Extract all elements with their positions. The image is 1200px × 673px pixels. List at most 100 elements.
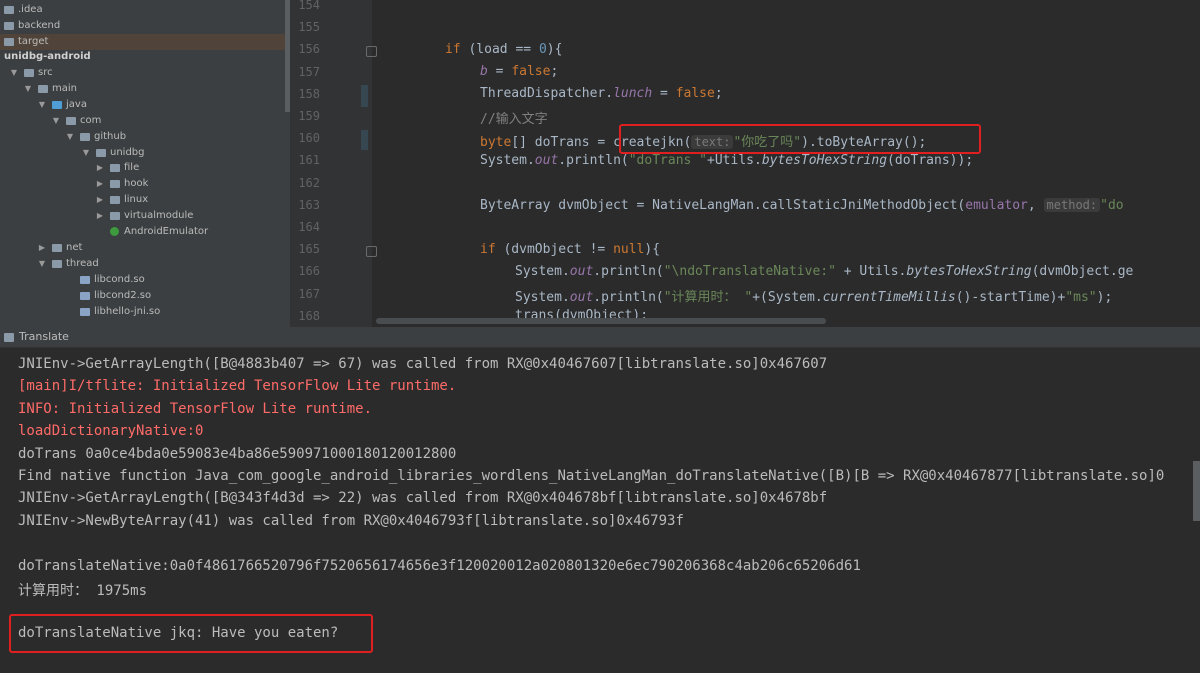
folder-icon [52,244,62,252]
tree-item-label: src [38,67,53,78]
tree-item-target[interactable]: target [0,34,290,50]
chevron-down-icon[interactable]: ▼ [10,65,18,81]
tree-item-label: unidbg [110,147,145,158]
code-text: System. [515,264,570,279]
highlight-box [9,614,373,653]
code-text: = [487,64,512,79]
code-text: ; [550,64,559,79]
chevron-right-icon[interactable]: ▶ [96,160,104,176]
tree-item-unidbg-android[interactable]: unidbg-android [0,49,290,65]
tree-item-net[interactable]: ▶ net [0,240,290,256]
tree-item-virtualmodule[interactable]: ▶ virtualmodule [0,208,290,224]
tree-item-label: hook [124,178,149,189]
static-call: bytesToHexString [761,153,888,168]
chevron-down-icon[interactable]: ▼ [38,97,46,113]
code-text: + Utils. [835,264,907,279]
fold-toggle-icon[interactable] [366,246,377,257]
line-number: 168 [298,308,320,323]
fold-toggle-icon[interactable] [366,46,377,57]
console-scrollbar[interactable] [1193,461,1200,521]
static-call: bytesToHexString [906,264,1032,279]
line-number: 167 [298,286,320,301]
code-line-159: //输入文字 [480,112,548,127]
tree-item--idea[interactable]: .idea [0,2,290,18]
code-line-165: if (dvmObject != null){ [480,242,660,257]
tree-item-github[interactable]: ▼ github [0,129,290,145]
console-line: 计算用时： 1975ms [18,583,148,599]
code-text: (load == [460,42,539,57]
line-number: 164 [298,220,320,234]
tree-item-src[interactable]: ▼ src [0,65,290,81]
folder-icon [4,38,14,46]
folder-icon [4,6,14,14]
string-literal: "计算用时： " [663,290,753,305]
tree-item-com[interactable]: ▼ com [0,113,290,129]
change-marker[interactable] [361,85,368,107]
tree-item-label: github [94,131,127,142]
code-text: ThreadDispatcher. [480,86,614,101]
tree-item-androidemulator[interactable]: AndroidEmulator [0,224,290,240]
keyword: false [675,86,715,101]
chevron-right-icon[interactable]: ▶ [96,176,104,192]
line-number: 155 [298,20,320,35]
chevron-right-icon[interactable]: ▶ [96,208,104,224]
code-line-167: System.out.println("计算用时： "+(System.curr… [515,286,1112,305]
chevron-down-icon[interactable]: ▼ [82,145,90,161]
code-text: +Utils. [707,153,762,168]
chevron-down-icon[interactable]: ▼ [66,129,74,145]
package-icon [96,149,106,157]
folder-icon [24,69,34,77]
tab-translate[interactable]: Translate [0,327,77,347]
run-tab-bar [0,327,1200,348]
string-literal: "doTrans " [628,153,708,168]
code-text: (dvmObject.ge [1031,264,1134,279]
number-literal: 0 [538,42,547,57]
package-icon [66,117,76,125]
tree-item-libhello-jni-so[interactable]: libhello-jni.so [0,304,290,320]
field-ref: out [569,290,594,305]
tree-item-libcond-so[interactable]: libcond.so [0,272,290,288]
change-marker[interactable] [361,130,368,150]
package-icon [110,164,120,172]
chevron-down-icon[interactable]: ▼ [52,113,60,129]
package-icon [110,196,120,204]
code-text: , [1027,198,1044,213]
code-line-156: if (load == 0){ [445,42,562,57]
tree-item-unidbg[interactable]: ▼ unidbg [0,145,290,161]
tree-item-main[interactable]: ▼ main [0,81,290,97]
tree-item-label: com [80,115,102,126]
line-number: 154 [298,0,320,12]
chevron-down-icon[interactable]: ▼ [24,81,32,97]
chevron-down-icon[interactable]: ▼ [38,256,46,272]
code-text: .println( [558,153,629,168]
tree-item-label: backend [18,20,61,31]
chevron-right-icon[interactable]: ▶ [96,192,104,208]
tree-item-label: java [66,99,87,110]
line-number: 165 [298,242,320,257]
editor-horizontal-scrollbar[interactable] [376,318,826,324]
tree-item-thread[interactable]: ▼ thread [0,256,290,272]
console-line: INFO: Initialized TensorFlow Lite runtim… [18,400,373,417]
keyword: if [480,242,496,257]
library-file-icon [80,308,90,316]
code-text: ){ [546,42,563,57]
console-line: [main]I/tflite: Initialized TensorFlow L… [18,378,457,395]
code-text: (doTrans)); [887,153,974,168]
chevron-right-icon[interactable]: ▶ [38,240,46,256]
line-number: 157 [298,64,320,79]
tree-item-libcond2-so[interactable]: libcond2.so [0,288,290,304]
keyword: if [445,42,461,57]
tree-item-hook[interactable]: ▶ hook [0,176,290,192]
tree-item-java[interactable]: ▼ java [0,97,290,113]
field-ref: out [534,153,559,168]
tree-item-label: linux [124,194,149,205]
code-text: .println( [593,264,664,279]
tree-item-linux[interactable]: ▶ linux [0,192,290,208]
tree-item-label: unidbg-android [4,51,91,62]
tree-item-backend[interactable]: backend [0,18,290,34]
tree-item-file[interactable]: ▶ file [0,160,290,176]
editor-gutter: 154 155 156 157 158 159 160 161 162 163 164 165 166 1… [290,0,372,327]
code-editor[interactable]: if (load == 0){ b = false; ThreadDispatc… [372,0,1200,327]
tree-item-label: target [18,36,49,47]
console-line: JNIEnv->GetArrayLength([B@4883b407 => 67… [18,356,828,372]
